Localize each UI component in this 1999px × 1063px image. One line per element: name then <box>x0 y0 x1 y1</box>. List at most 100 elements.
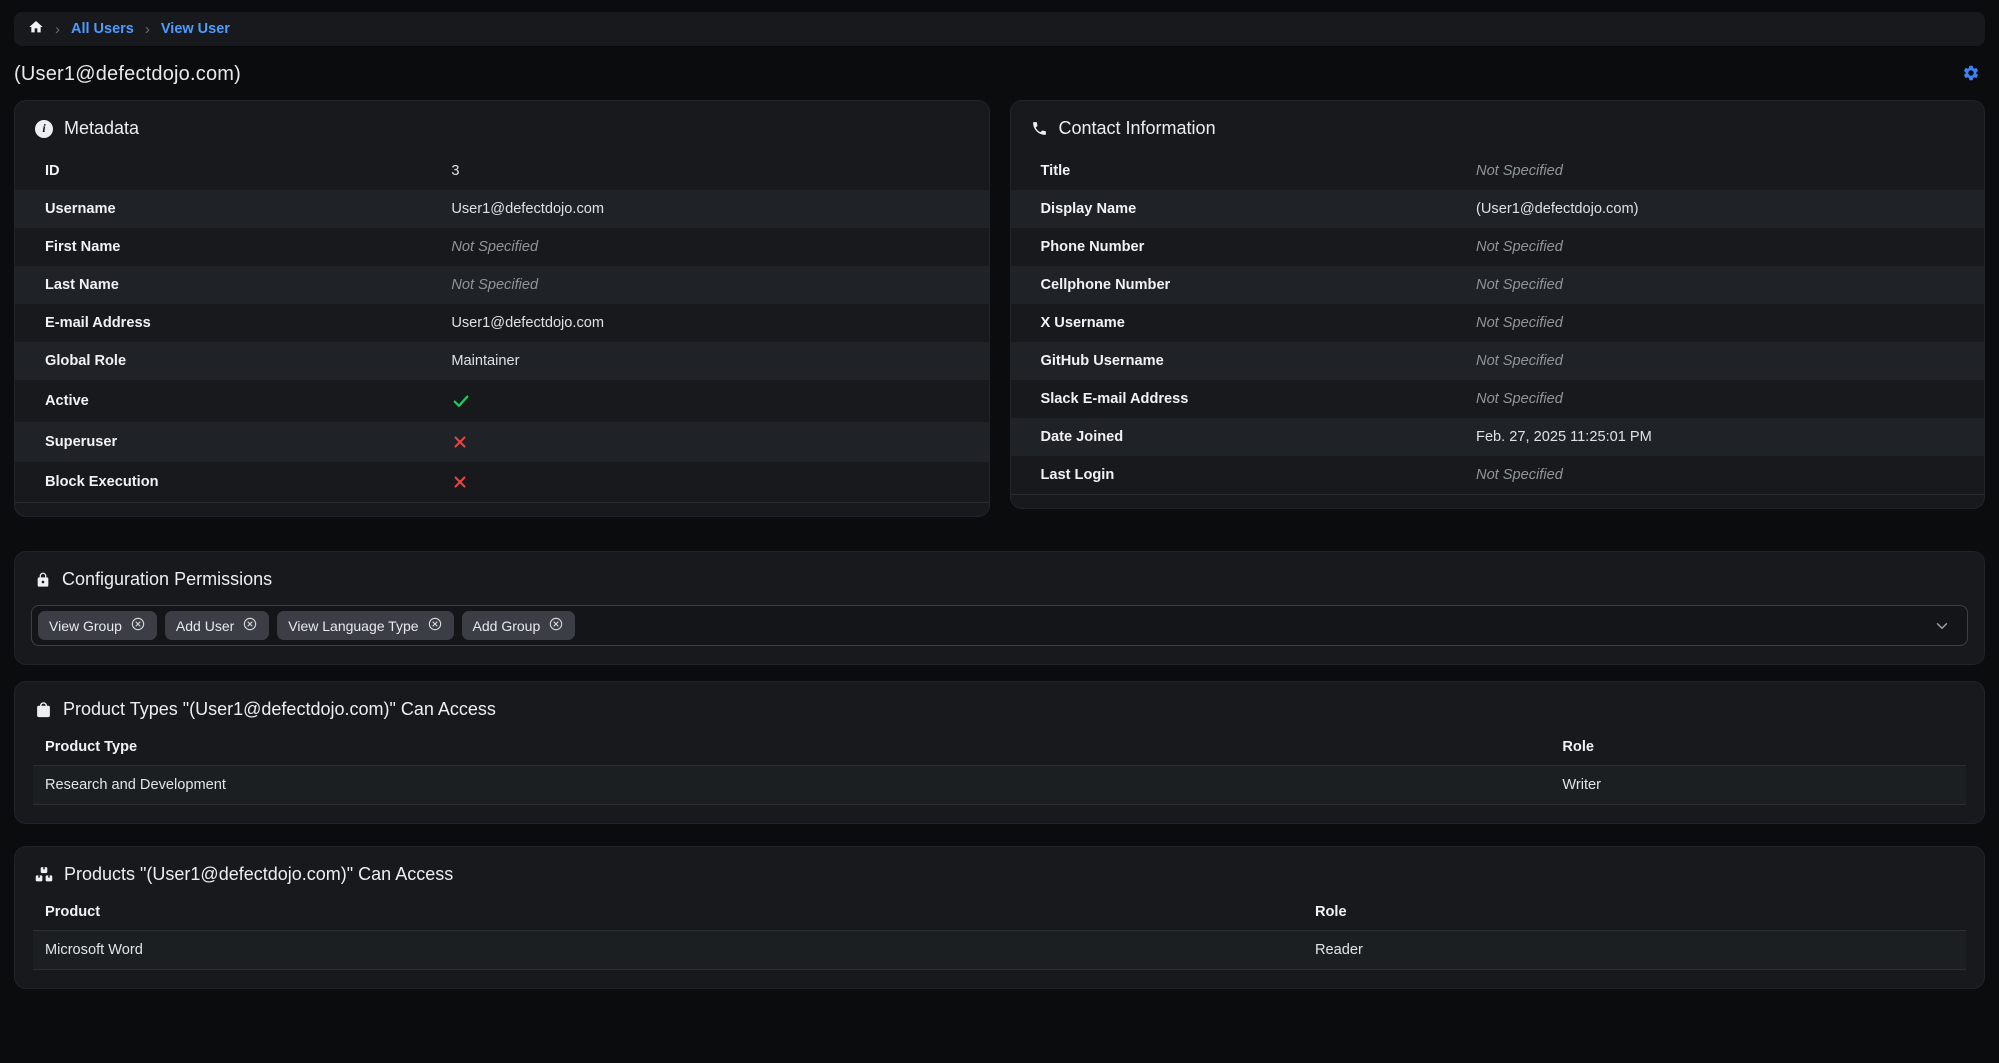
cross-icon <box>451 473 469 491</box>
field-label: GitHub Username <box>1011 342 1469 380</box>
field-label: Slack E-mail Address <box>1011 380 1469 418</box>
table-row: Last Name Not Specified <box>15 266 989 304</box>
field-label: Superuser <box>15 422 443 462</box>
field-value: User1@defectdojo.com <box>443 304 988 342</box>
field-label: Block Execution <box>15 462 443 503</box>
tag-remove-button[interactable] <box>548 616 564 635</box>
field-label: Active <box>15 380 443 422</box>
permission-tag-label: View Group <box>49 618 122 634</box>
breadcrumb-separator: › <box>55 21 60 38</box>
product-types-card: Product Types "(User1@defectdojo.com)" C… <box>14 681 1985 824</box>
phone-icon <box>1031 120 1048 137</box>
field-label: First Name <box>15 228 443 266</box>
permission-tag: View Language Type <box>277 611 453 640</box>
field-label: ID <box>15 152 443 190</box>
field-value: User1@defectdojo.com <box>443 190 988 228</box>
product-types-table: Product Type Role Research and Developme… <box>33 733 1966 805</box>
contact-card-header: Contact Information <box>1011 101 1985 152</box>
table-row: Cellphone Number Not Specified <box>1011 266 1985 304</box>
column-header-product-type: Product Type <box>33 733 1550 766</box>
field-label: Username <box>15 190 443 228</box>
home-link[interactable] <box>28 19 44 39</box>
field-value: Not Specified <box>1468 228 1984 266</box>
field-value: Maintainer <box>443 342 988 380</box>
breadcrumb-separator: › <box>145 21 150 38</box>
table-row: Last Login Not Specified <box>1011 456 1985 495</box>
field-label: Title <box>1011 152 1469 190</box>
field-label: Date Joined <box>1011 418 1469 456</box>
check-icon <box>451 391 471 411</box>
column-header-role: Role <box>1303 898 1966 931</box>
field-value <box>443 380 988 422</box>
permission-tag: Add User <box>165 611 269 640</box>
table-row: ID 3 <box>15 152 989 190</box>
settings-gear-button[interactable] <box>1959 61 1983 88</box>
role-cell: Writer <box>1550 766 1966 805</box>
configuration-permissions-title: Configuration Permissions <box>62 569 272 590</box>
table-row: X Username Not Specified <box>1011 304 1985 342</box>
field-value: Feb. 27, 2025 11:25:01 PM <box>1468 418 1984 456</box>
field-label: Cellphone Number <box>1011 266 1469 304</box>
table-row: E-mail Address User1@defectdojo.com <box>15 304 989 342</box>
field-value: (User1@defectdojo.com) <box>1468 190 1984 228</box>
field-value: Not Specified <box>1468 304 1984 342</box>
products-header: Products "(User1@defectdojo.com)" Can Ac… <box>15 847 1984 898</box>
table-row: Slack E-mail Address Not Specified <box>1011 380 1985 418</box>
breadcrumb: › All Users › View User <box>14 12 1985 46</box>
table-row: Username User1@defectdojo.com <box>15 190 989 228</box>
tag-remove-button[interactable] <box>130 616 146 635</box>
column-header-product: Product <box>33 898 1303 931</box>
field-value: Not Specified <box>1468 380 1984 418</box>
field-label: Global Role <box>15 342 443 380</box>
contact-table: Title Not Specified Display Name (User1@… <box>1011 152 1985 495</box>
permission-tag: View Group <box>38 611 157 640</box>
circle-x-icon <box>548 616 564 635</box>
table-row: Block Execution <box>15 462 989 503</box>
table-row: First Name Not Specified <box>15 228 989 266</box>
breadcrumb-link-view-user[interactable]: View User <box>161 21 230 37</box>
column-header-role: Role <box>1550 733 1966 766</box>
home-icon <box>28 19 44 39</box>
product-types-header: Product Types "(User1@defectdojo.com)" C… <box>15 682 1984 733</box>
metadata-table: ID 3 Username User1@defectdojo.com First… <box>15 152 989 503</box>
permission-tag-label: Add Group <box>473 618 541 634</box>
chevron-down-icon[interactable] <box>1933 617 1951 635</box>
role-cell: Reader <box>1303 931 1966 970</box>
cross-icon <box>451 433 469 451</box>
product-cell: Microsoft Word <box>33 931 1303 970</box>
configuration-permissions-card: Configuration Permissions View Group Add… <box>14 551 1985 665</box>
field-value: Not Specified <box>443 266 988 304</box>
table-header-row: Product Type Role <box>33 733 1966 766</box>
table-row: Display Name (User1@defectdojo.com) <box>1011 190 1985 228</box>
field-value <box>443 422 988 462</box>
circle-x-icon <box>427 616 443 635</box>
field-value <box>443 462 988 503</box>
field-value: Not Specified <box>443 228 988 266</box>
permission-tag: Add Group <box>462 611 576 640</box>
info-icon: i <box>35 120 53 138</box>
table-row: Active <box>15 380 989 422</box>
configuration-permissions-header: Configuration Permissions <box>15 552 1984 603</box>
table-row: Superuser <box>15 422 989 462</box>
circle-x-icon <box>130 616 146 635</box>
permission-tag-label: View Language Type <box>288 618 418 634</box>
table-row: GitHub Username Not Specified <box>1011 342 1985 380</box>
field-value: 3 <box>443 152 988 190</box>
table-header-row: Product Role <box>33 898 1966 931</box>
circle-x-icon <box>242 616 258 635</box>
field-value: Not Specified <box>1468 152 1984 190</box>
metadata-card-header: i Metadata <box>15 101 989 152</box>
table-row: Microsoft Word Reader <box>33 931 1966 970</box>
breadcrumb-link-all-users[interactable]: All Users <box>71 21 134 37</box>
metadata-card-title: Metadata <box>64 118 139 139</box>
table-row: Title Not Specified <box>1011 152 1985 190</box>
field-label: Last Name <box>15 266 443 304</box>
tag-remove-button[interactable] <box>427 616 443 635</box>
contact-card-title: Contact Information <box>1059 118 1216 139</box>
metadata-card: i Metadata ID 3 Username User1@defectdoj… <box>14 100 990 517</box>
page-title: (User1@defectdojo.com) <box>14 63 241 86</box>
permissions-multiselect[interactable]: View Group Add User View Language Type <box>31 605 1968 646</box>
products-table: Product Role Microsoft Word Reader <box>33 898 1966 970</box>
table-row: Research and Development Writer <box>33 766 1966 805</box>
tag-remove-button[interactable] <box>242 616 258 635</box>
